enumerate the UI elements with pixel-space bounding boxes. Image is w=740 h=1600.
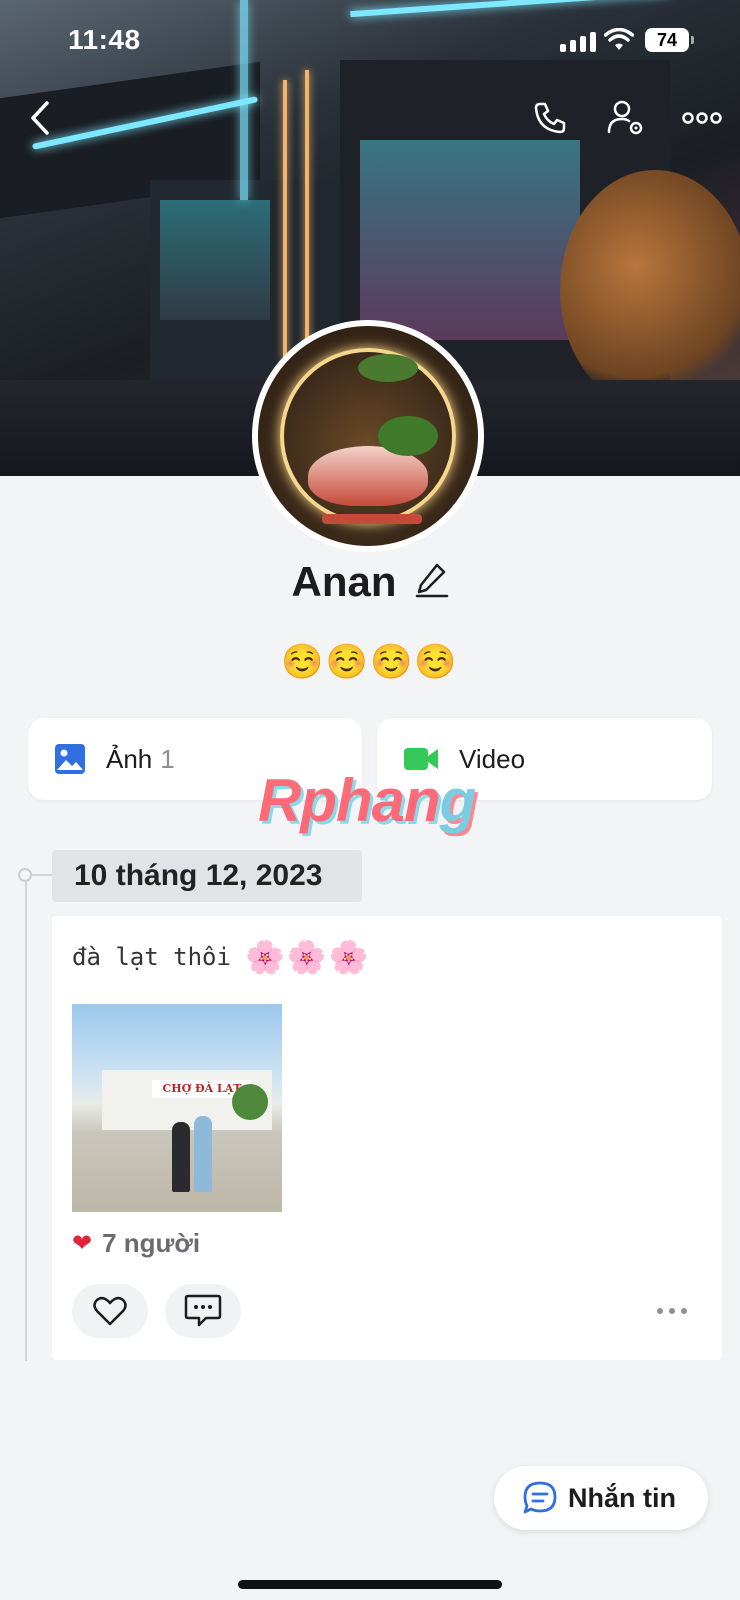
tab-photos-label: Ảnh bbox=[106, 743, 153, 774]
profile-name: Anan bbox=[291, 558, 397, 605]
pencil-icon bbox=[415, 563, 448, 597]
home-indicator bbox=[238, 1580, 502, 1589]
post-caption: đà lạt thôi 🌸🌸🌸 bbox=[72, 938, 370, 976]
cellular-signal-icon bbox=[560, 30, 596, 52]
post-more-button[interactable] bbox=[652, 1296, 692, 1326]
avatar[interactable] bbox=[252, 320, 484, 552]
tab-photos-count: 1 bbox=[160, 743, 175, 774]
timeline-post: đà lạt thôi 🌸🌸🌸 CHỢ ĐÀ LẠT ❤ 7 người bbox=[52, 916, 722, 1360]
timeline-line bbox=[25, 875, 27, 1361]
comment-icon bbox=[184, 1294, 222, 1327]
back-button[interactable] bbox=[18, 96, 62, 140]
heart-outline-icon bbox=[93, 1296, 127, 1326]
send-message-button[interactable]: Nhắn tin bbox=[494, 1466, 708, 1530]
send-message-label: Nhắn tin bbox=[568, 1482, 676, 1513]
call-button[interactable] bbox=[528, 96, 572, 140]
timeline-dot bbox=[18, 868, 32, 882]
post-photo[interactable]: CHỢ ĐÀ LẠT bbox=[72, 1004, 282, 1212]
comment-button[interactable] bbox=[165, 1284, 241, 1338]
heart-icon: ❤ bbox=[72, 1230, 93, 1257]
image-icon bbox=[55, 744, 85, 774]
post-emoji: 🌸🌸🌸 bbox=[244, 938, 371, 976]
watermark: Rphang bbox=[258, 767, 476, 834]
post-text: đà lạt thôi bbox=[72, 943, 231, 971]
likes-text: 7 người bbox=[102, 1228, 201, 1258]
more-options-button[interactable] bbox=[680, 96, 724, 140]
like-button[interactable] bbox=[72, 1284, 148, 1338]
timeline-date: 10 tháng 12, 2023 bbox=[52, 850, 362, 902]
status-bar: 11:48 74 bbox=[0, 0, 740, 80]
status-time: 11:48 bbox=[68, 24, 141, 55]
profile-settings-button[interactable] bbox=[604, 96, 648, 140]
phone-icon bbox=[534, 102, 566, 134]
edit-name-button[interactable] bbox=[415, 562, 449, 603]
profile-name-row: Anan bbox=[0, 558, 740, 606]
profile-bio: ☺️☺️☺️☺️ bbox=[281, 643, 459, 681]
wifi-icon bbox=[603, 27, 635, 57]
more-horizontal-icon bbox=[682, 112, 722, 124]
battery-icon: 74 bbox=[645, 28, 694, 52]
user-settings-icon bbox=[607, 100, 643, 135]
chevron-left-icon bbox=[31, 101, 49, 135]
chat-bubble-icon bbox=[523, 1481, 557, 1514]
post-likes[interactable]: ❤ 7 người bbox=[72, 1228, 200, 1259]
